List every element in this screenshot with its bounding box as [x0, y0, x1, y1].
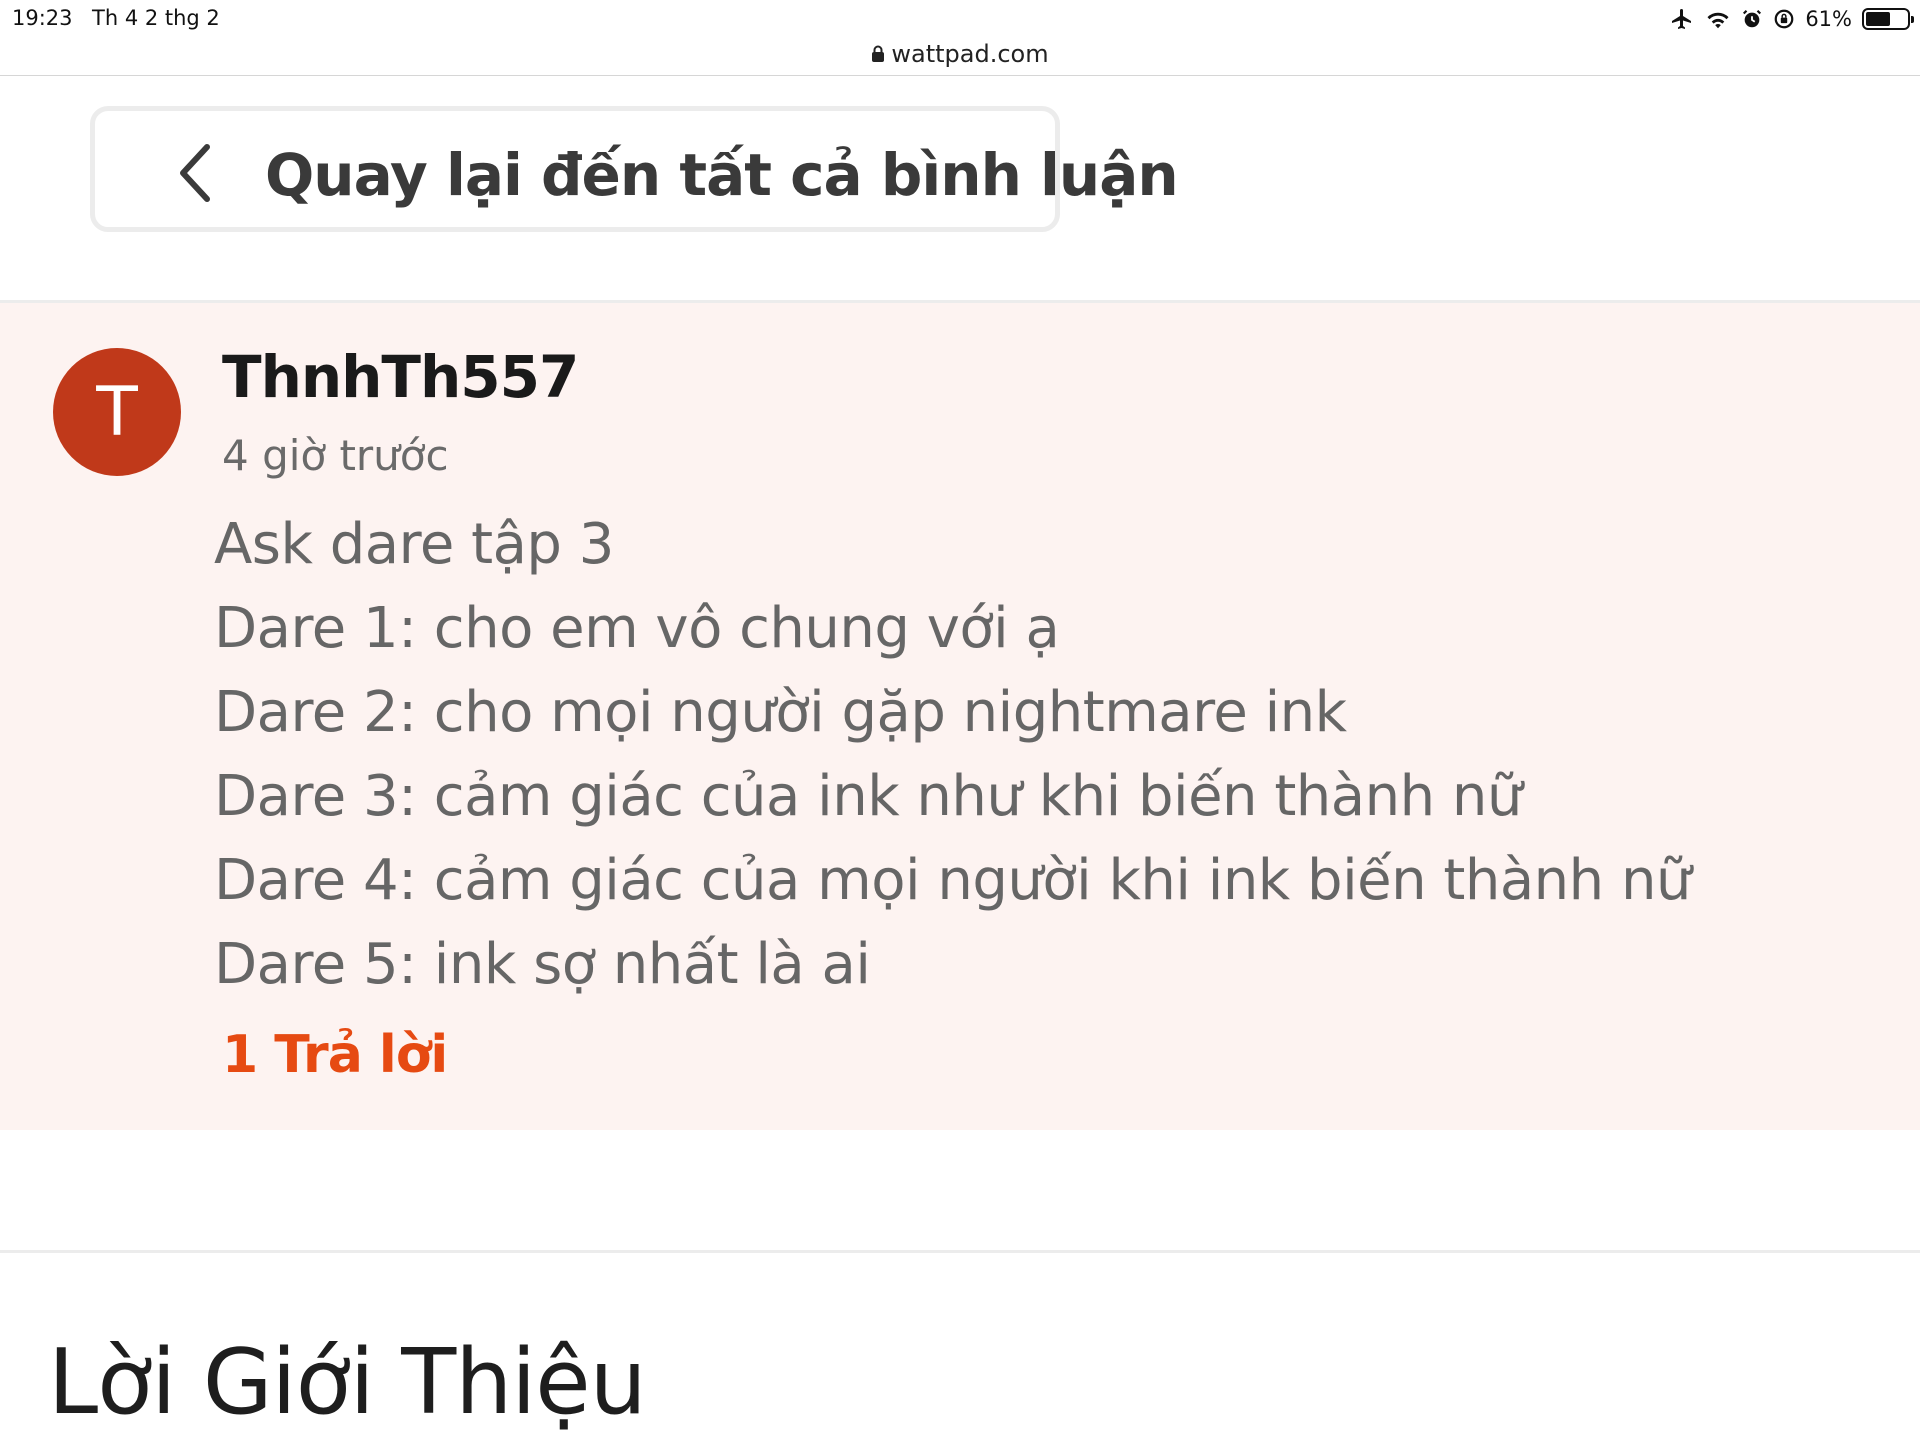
comment-card: T ThnhTh557 4 giờ trước Ask dare tập 3 D… — [0, 303, 1920, 1130]
comment-body: Ask dare tập 3 Dare 1: cho em vô chung v… — [214, 503, 1894, 1007]
battery-icon — [1862, 8, 1914, 30]
orientation-lock-icon — [1774, 9, 1794, 29]
status-time: 19:23 — [12, 6, 73, 30]
address-bar[interactable]: wattpad.com — [0, 34, 1920, 74]
back-button-label: Quay lại đến tất cả bình luận — [265, 141, 1179, 209]
address-bar-divider — [0, 75, 1920, 76]
section-divider — [0, 1250, 1920, 1253]
status-date: Th 4 2 thg 2 — [92, 6, 220, 30]
back-to-all-comments-button[interactable]: Quay lại đến tất cả bình luận — [90, 106, 1179, 232]
avatar[interactable]: T — [53, 348, 181, 476]
chevron-left-icon — [180, 144, 210, 202]
comment-line: Dare 2: cho mọi người gặp nightmare ink — [214, 680, 1347, 745]
lock-icon — [872, 45, 885, 62]
comment-line: Ask dare tập 3 — [214, 512, 614, 577]
comment-line: Dare 5: ink sợ nhất là ai — [214, 932, 871, 997]
section-title: Lời Giới Thiệu — [48, 1330, 647, 1435]
view-replies-link[interactable]: 1 Trả lời — [222, 1025, 448, 1085]
comment-timestamp: 4 giờ trước — [222, 431, 449, 480]
battery-level-fill — [1866, 12, 1891, 26]
battery-percent: 61% — [1805, 7, 1852, 31]
comment-line: Dare 4: cảm giác của mọi người khi ink b… — [214, 848, 1691, 913]
status-icons: 61% — [1669, 4, 1914, 34]
status-bar: 19:23 Th 4 2 thg 2 61% — [0, 0, 1920, 38]
comment-line: Dare 3: cảm giác của ink như khi biến th… — [214, 764, 1522, 829]
airplane-icon — [1672, 9, 1692, 29]
comment-line: Dare 1: cho em vô chung với ạ — [214, 596, 1060, 661]
url-text[interactable]: wattpad.com — [891, 40, 1048, 68]
alarm-icon — [1743, 9, 1762, 28]
wifi-icon — [1707, 12, 1729, 29]
comment-username[interactable]: ThnhTh557 — [222, 343, 579, 411]
